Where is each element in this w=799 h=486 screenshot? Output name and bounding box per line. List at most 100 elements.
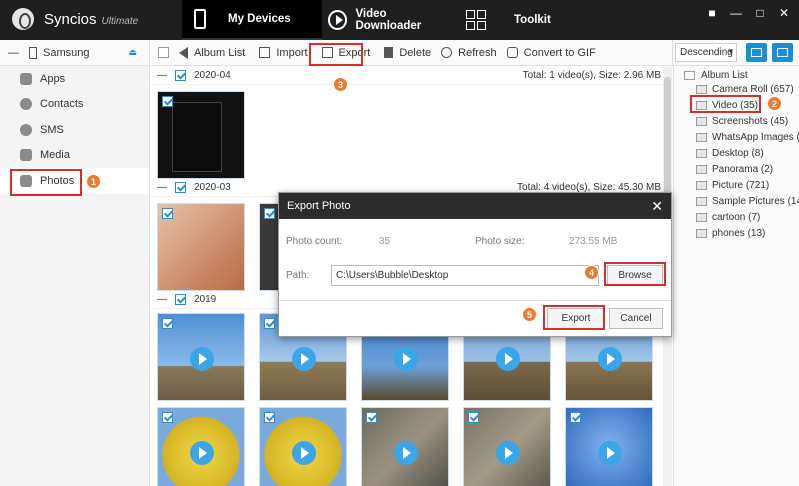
album-item[interactable]: cartoon (7) [696, 210, 760, 225]
close-button[interactable]: ✕ [777, 6, 791, 20]
photo-checkbox[interactable] [162, 412, 173, 423]
collapse-icon[interactable]: — [157, 294, 167, 305]
album-list-button[interactable]: Album List [179, 46, 245, 59]
album-item[interactable]: Screenshots (45) [696, 114, 788, 129]
album-item[interactable]: Panorama (2) [696, 162, 773, 177]
album-item[interactable]: phones (13) [696, 226, 765, 241]
play-icon[interactable] [394, 441, 418, 465]
minimize-button[interactable]: — [729, 6, 743, 20]
photo-checkbox[interactable] [162, 208, 173, 219]
album-item[interactable]: Sample Pictures (14) [696, 194, 799, 209]
group-checkbox[interactable] [175, 182, 186, 193]
album-list-header: Album List [684, 68, 748, 83]
album-item[interactable]: Picture (721) [696, 178, 769, 193]
tab-toolkit-label: Toolkit [514, 14, 551, 26]
highlight-export [309, 43, 363, 66]
album-label: cartoon (7) [712, 212, 761, 223]
path-label: Path: [286, 270, 310, 281]
toolkit-icon [466, 10, 486, 30]
refresh-icon [441, 47, 453, 58]
album-label: Picture (721) [712, 180, 770, 191]
photo-checkbox[interactable] [264, 208, 275, 219]
group-total: Total: 1 video(s), Size: 2.96 MB [522, 70, 661, 81]
delete-button[interactable]: Delete [384, 47, 431, 59]
device-row[interactable]: — Samsung ⏏ [0, 40, 149, 66]
image-icon [696, 229, 707, 238]
video-thumbnail[interactable] [361, 407, 449, 486]
select-all-checkbox[interactable] [158, 47, 169, 58]
play-icon[interactable] [292, 441, 316, 465]
refresh-button[interactable]: Refresh [441, 47, 497, 59]
sidebar: — Samsung ⏏ Apps Contacts SMS Media Phot… [0, 40, 150, 486]
play-icon[interactable] [496, 347, 520, 371]
toolbar: Album List Import Export Delete Refresh … [151, 40, 672, 66]
play-icon[interactable] [598, 441, 622, 465]
sidebar-item-label: Apps [40, 72, 66, 85]
play-icon[interactable] [190, 441, 214, 465]
chat-icon[interactable]: ■ [705, 6, 719, 20]
grid-view-icon[interactable] [772, 43, 793, 62]
photo-checkbox[interactable] [162, 318, 173, 329]
album-label: WhatsApp Images (3) [712, 132, 799, 143]
photo-checkbox[interactable] [366, 412, 377, 423]
video-thumbnail[interactable] [157, 313, 245, 401]
trash-icon [384, 47, 394, 58]
play-icon[interactable] [496, 441, 520, 465]
photo-checkbox[interactable] [570, 412, 581, 423]
sort-dropdown[interactable]: Descending [675, 43, 737, 62]
back-arrow-icon [179, 46, 188, 59]
maximize-button[interactable]: □ [753, 6, 767, 20]
camera-icon [696, 85, 707, 94]
album-label: Camera Roll (657) [712, 84, 794, 95]
tab-my-devices[interactable]: My Devices [182, 0, 322, 40]
group-header: — 2020-04 Total: 1 video(s), Size: 2.96 MB [151, 67, 663, 85]
phone-icon [194, 9, 206, 29]
collapse-icon[interactable]: — [157, 70, 167, 81]
photo-thumbnail[interactable] [157, 91, 245, 179]
sidebar-item-label: Media [40, 149, 70, 162]
photo-thumbnail[interactable] [157, 203, 245, 291]
collapse-icon[interactable]: — [157, 182, 167, 193]
convert-gif-button[interactable]: Convert to GIF [506, 46, 596, 59]
photo-checkbox[interactable] [162, 96, 173, 107]
apps-icon [20, 72, 32, 85]
play-icon[interactable] [292, 347, 316, 371]
video-thumbnail[interactable] [463, 407, 551, 486]
eject-icon[interactable]: ⏏ [128, 47, 137, 58]
album-item[interactable]: Desktop (8) [696, 146, 764, 161]
photo-checkbox[interactable] [264, 318, 275, 329]
close-icon[interactable]: ✕ [651, 198, 663, 215]
sidebar-item-sms[interactable]: SMS [0, 117, 149, 143]
tab-toolkit[interactable]: Toolkit [462, 0, 572, 40]
group-checkbox[interactable] [175, 294, 186, 305]
dialog-title: Export Photo [287, 200, 351, 212]
album-item[interactable]: WhatsApp Images (3) [696, 130, 799, 145]
sidebar-item-apps[interactable]: Apps [0, 66, 149, 92]
image-icon [696, 197, 707, 206]
sidebar-item-contacts[interactable]: Contacts [0, 92, 149, 118]
video-thumbnail[interactable] [157, 407, 245, 486]
convert-label: Convert to GIF [523, 46, 596, 59]
photo-checkbox[interactable] [264, 412, 275, 423]
image-icon [696, 133, 707, 142]
video-thumbnail[interactable] [565, 407, 653, 486]
collapse-icon[interactable]: — [8, 47, 19, 59]
play-icon[interactable] [598, 347, 622, 371]
app-edition: Ultimate [101, 15, 139, 27]
play-icon[interactable] [394, 347, 418, 371]
photo-count-label: Photo count: [286, 236, 343, 247]
calendar-view-icon[interactable] [746, 43, 767, 62]
sidebar-item-media[interactable]: Media [0, 143, 149, 169]
album-panel: Album List Camera Roll (657) Video (35) … [673, 66, 799, 486]
video-thumbnail[interactable] [259, 407, 347, 486]
import-button[interactable]: Import [259, 47, 308, 59]
sidebar-item-label: SMS [40, 123, 64, 136]
device-name: Samsung [43, 46, 90, 59]
play-circle-icon [328, 10, 348, 30]
tab-video-downloader[interactable]: Video Downloader [322, 0, 452, 40]
group-checkbox[interactable] [175, 70, 186, 81]
path-input[interactable]: C:\Users\Bubble\Desktop [331, 265, 599, 286]
photo-checkbox[interactable] [468, 412, 479, 423]
play-icon[interactable] [190, 347, 214, 371]
cancel-button[interactable]: Cancel [609, 308, 663, 329]
